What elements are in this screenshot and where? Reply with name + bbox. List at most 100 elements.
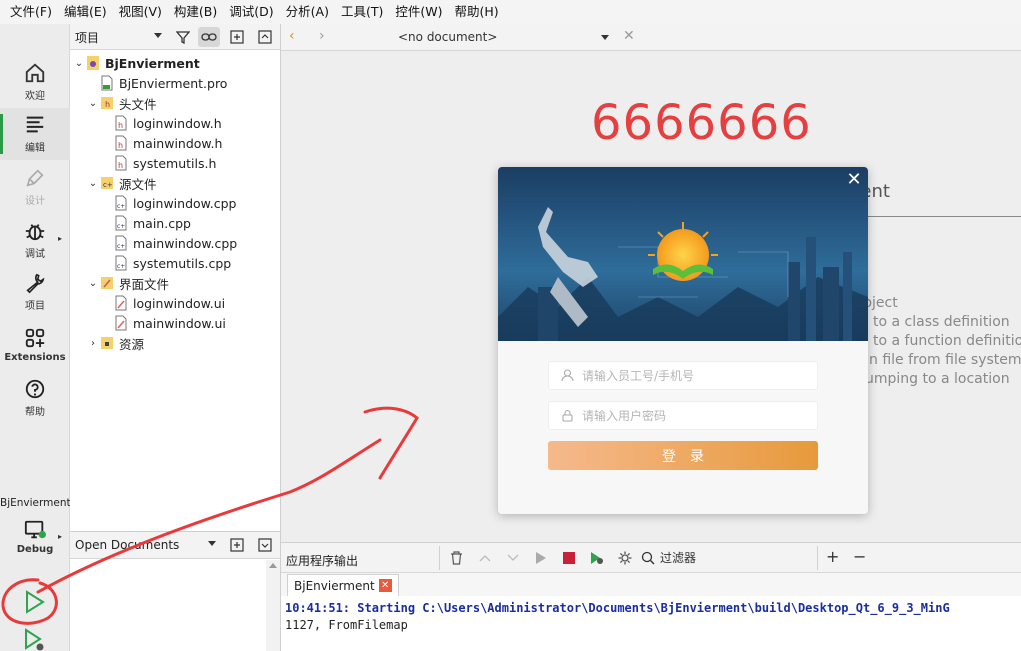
- menu-edit[interactable]: 编辑(E): [58, 0, 113, 24]
- next-item-button[interactable]: [505, 550, 521, 566]
- mode-help[interactable]: 帮助: [0, 372, 70, 424]
- cpp-file-icon: c+: [115, 235, 127, 251]
- tree-item-headers-folder[interactable]: ⌄ h 头文件: [86, 93, 157, 113]
- menu-file[interactable]: 文件(F): [4, 0, 58, 24]
- output-filter[interactable]: [641, 547, 811, 569]
- tree-item-forms-folder[interactable]: ⌄ 界面文件: [86, 273, 169, 293]
- sync-link-button[interactable]: [198, 27, 220, 47]
- tree-item-pro-file[interactable]: BjEnvierment.pro: [100, 73, 227, 93]
- trash-icon: [450, 551, 462, 565]
- close-pane-button[interactable]: [254, 535, 276, 555]
- output-tab[interactable]: BjEnvierment ✕: [287, 574, 399, 596]
- tree-item-label: main.cpp: [133, 215, 191, 231]
- tree-item-file[interactable]: h systemutils.h: [114, 153, 216, 173]
- mode-extensions[interactable]: Extensions: [0, 319, 70, 371]
- bug-icon: [25, 224, 45, 241]
- password-input[interactable]: [582, 408, 802, 423]
- attach-debugger-button[interactable]: [589, 550, 605, 566]
- back-nav-icon[interactable]: ‹: [289, 28, 295, 44]
- filter-button[interactable]: [172, 27, 194, 47]
- tree-item-label: mainwindow.ui: [133, 315, 226, 331]
- scroll-up-arrow-icon: [269, 563, 277, 568]
- output-line: 10:41:51: Starting C:\Users\Administrato…: [285, 601, 950, 615]
- tree-item-label: 源文件: [119, 176, 157, 192]
- tree-item-file[interactable]: h mainwindow.h: [114, 133, 222, 153]
- output-line: 1127, FromFilemap: [285, 618, 408, 632]
- header-file-icon: h: [115, 115, 127, 131]
- settings-button[interactable]: [617, 550, 633, 566]
- close-pane-button[interactable]: [254, 27, 276, 47]
- filter-input[interactable]: [660, 551, 800, 565]
- zoom-in-icon[interactable]: +: [826, 547, 839, 566]
- dropdown-arrow-icon: [601, 35, 609, 40]
- menu-analyze[interactable]: 分析(A): [280, 0, 335, 24]
- scrollbar[interactable]: [266, 560, 280, 651]
- username-input[interactable]: [582, 368, 802, 383]
- tree-item-project[interactable]: ⌄ BjEnvierment: [72, 53, 200, 73]
- monitor-icon: [24, 520, 46, 539]
- dialog-close-button[interactable]: ✕: [840, 167, 868, 191]
- link-icon: [201, 33, 217, 41]
- kit-selector[interactable]: Debug ▸: [0, 512, 70, 562]
- output-pane-title: 应用程序输出: [286, 554, 359, 568]
- menu-build[interactable]: 构建(B): [168, 0, 223, 24]
- ui-file-icon: [115, 295, 127, 311]
- run-icon: [26, 590, 45, 614]
- tree-item-label: 头文件: [119, 96, 157, 112]
- zoom-out-icon[interactable]: −: [853, 547, 866, 566]
- login-button[interactable]: 登录: [548, 441, 818, 470]
- pen-icon: [26, 169, 44, 187]
- tree-item-file[interactable]: c+ main.cpp: [114, 213, 191, 233]
- tree-item-label: 资源: [119, 336, 145, 352]
- mode-debug[interactable]: 调试 ▸: [0, 214, 70, 266]
- tree-item-sources-folder[interactable]: ⌄ c+ 源文件: [86, 173, 157, 193]
- run-button[interactable]: [20, 587, 50, 617]
- mode-edit[interactable]: 编辑: [0, 108, 70, 160]
- password-field[interactable]: [548, 401, 818, 430]
- open-documents-combo[interactable]: Open Documents: [70, 534, 220, 556]
- cpp-file-icon: c+: [115, 215, 127, 231]
- split-button[interactable]: [226, 535, 248, 555]
- login-dialog: ✕ 登录: [498, 167, 868, 514]
- mode-welcome[interactable]: 欢迎: [0, 56, 70, 108]
- tree-item-label: 界面文件: [119, 276, 170, 292]
- tree-item-file[interactable]: mainwindow.ui: [114, 313, 226, 333]
- menu-tools[interactable]: 工具(T): [335, 0, 389, 24]
- menu-help[interactable]: 帮助(H): [448, 0, 504, 24]
- menu-debug[interactable]: 调试(D): [223, 0, 279, 24]
- debug-run-button[interactable]: [22, 628, 48, 651]
- tree-item-file[interactable]: c+ systemutils.cpp: [114, 253, 231, 273]
- forward-nav-icon[interactable]: ›: [319, 28, 325, 44]
- divider: [439, 546, 440, 570]
- stop-button[interactable]: [561, 550, 577, 566]
- expanded-chevron-icon: ⌄: [88, 177, 98, 189]
- menu-widgets[interactable]: 控件(W): [389, 0, 448, 24]
- output-tabs: BjEnvierment ✕: [281, 573, 1021, 596]
- previous-item-button[interactable]: [477, 550, 493, 566]
- tree-item-file[interactable]: h loginwindow.h: [114, 113, 222, 133]
- home-icon: [25, 63, 45, 83]
- rerun-button[interactable]: [533, 550, 549, 566]
- tree-item-resources-folder[interactable]: › 资源: [86, 333, 144, 353]
- document-selector-label[interactable]: <no document>: [398, 30, 497, 44]
- svg-text:c+: c+: [117, 243, 125, 250]
- split-button[interactable]: [226, 27, 248, 47]
- clear-output-button[interactable]: [448, 550, 464, 566]
- mode-projects[interactable]: 项目: [0, 266, 70, 318]
- svg-text:h: h: [105, 100, 110, 109]
- open-documents-toolbar: Open Documents: [70, 532, 280, 559]
- tree-item-label: BjEnvierment: [105, 55, 200, 71]
- project-view-combo[interactable]: 项目: [70, 26, 166, 48]
- tree-item-file[interactable]: c+ mainwindow.cpp: [114, 233, 237, 253]
- search-icon: [641, 551, 655, 565]
- close-tab-icon[interactable]: ✕: [378, 579, 392, 592]
- tree-item-file[interactable]: loginwindow.ui: [114, 293, 225, 313]
- menu-view[interactable]: 视图(V): [113, 0, 168, 24]
- ui-file-icon: [115, 315, 127, 331]
- close-document-icon[interactable]: ✕: [623, 28, 635, 44]
- mode-design[interactable]: 设计: [0, 161, 70, 213]
- username-field[interactable]: [548, 361, 818, 390]
- svg-text:h: h: [118, 121, 123, 130]
- tree-item-file[interactable]: c+ loginwindow.cpp: [114, 193, 236, 213]
- hint-text: to a function definitio: [873, 333, 1021, 349]
